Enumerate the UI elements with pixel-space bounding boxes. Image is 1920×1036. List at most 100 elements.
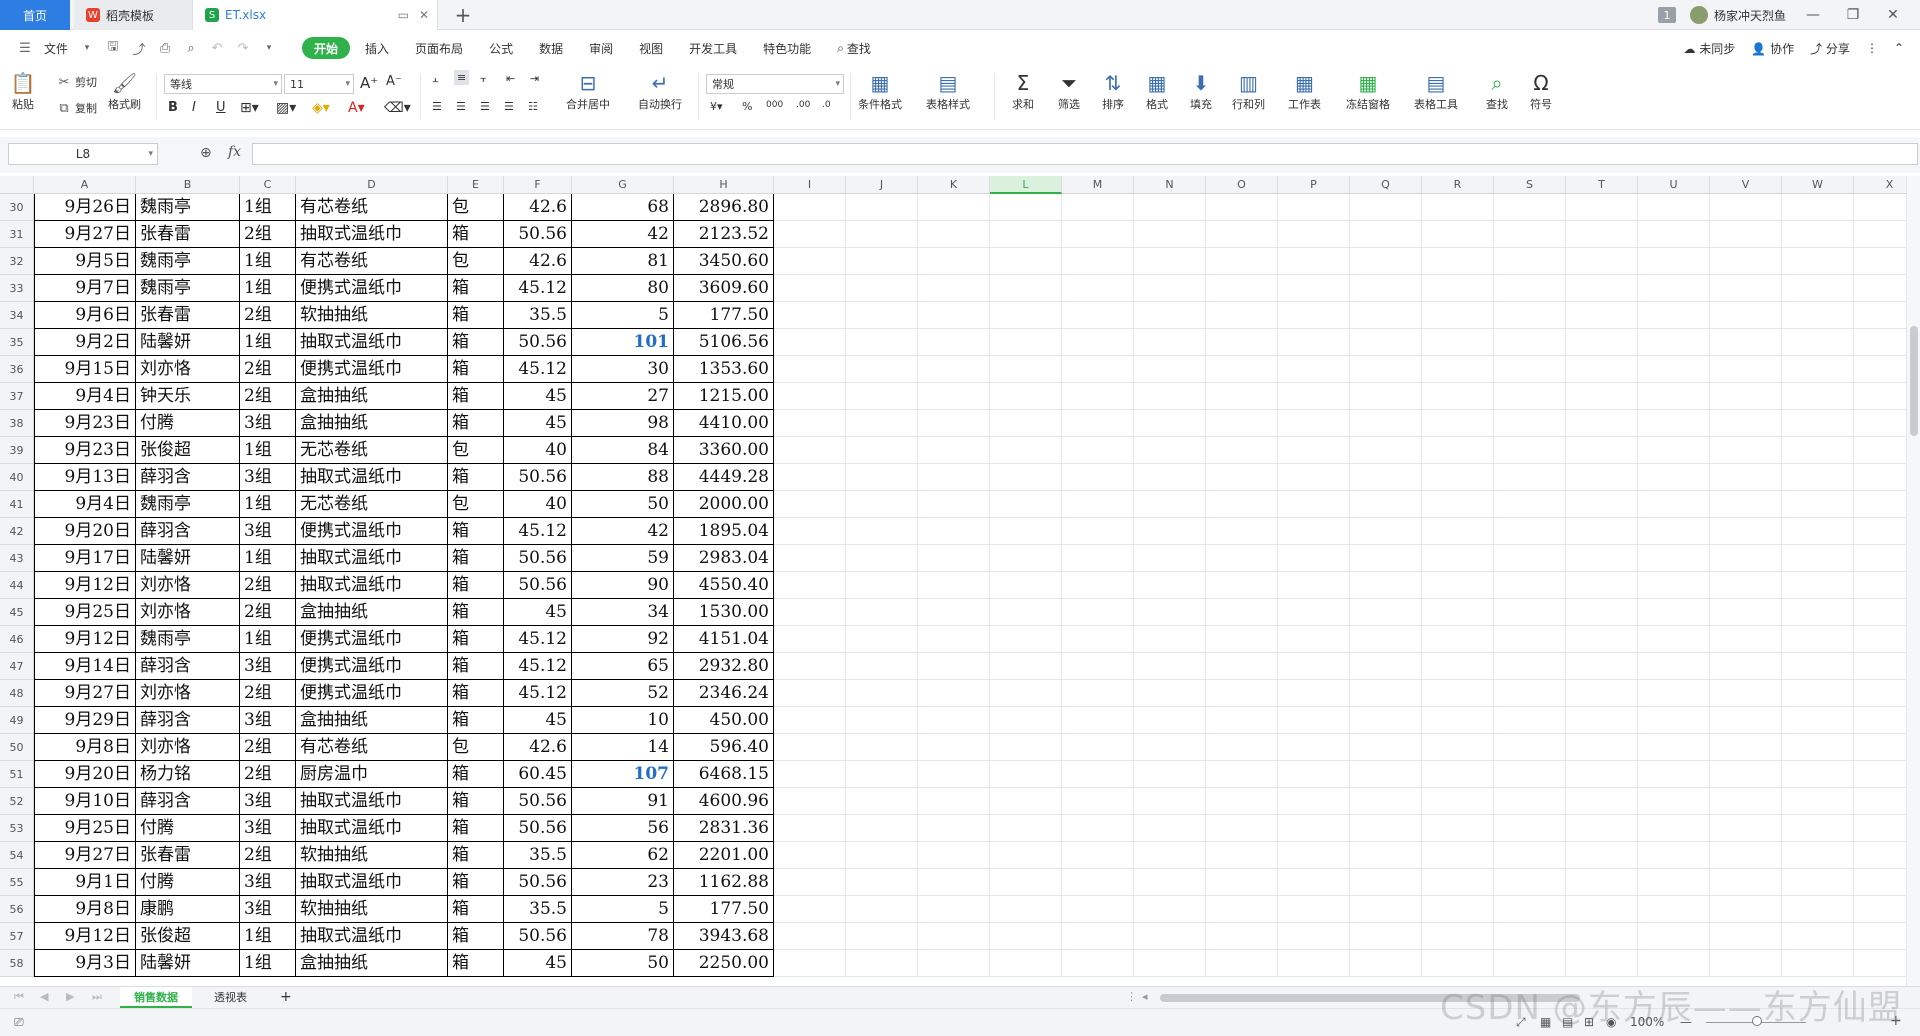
empty-cell[interactable] — [1206, 896, 1278, 923]
empty-cell[interactable] — [1566, 491, 1638, 518]
menu-tab-features[interactable]: 特色功能 — [752, 37, 822, 59]
empty-cell[interactable] — [1062, 221, 1134, 248]
empty-cell[interactable] — [1350, 356, 1422, 383]
empty-cell[interactable] — [1854, 923, 1906, 950]
cell-c-34[interactable]: 2组 — [240, 302, 296, 329]
empty-cell[interactable] — [990, 869, 1062, 896]
cell-d-51[interactable]: 厨房温巾 — [296, 761, 448, 788]
empty-cell[interactable] — [1206, 383, 1278, 410]
cell-c-33[interactable]: 1组 — [240, 275, 296, 302]
empty-cell[interactable] — [1422, 194, 1494, 221]
cell-g-30[interactable]: 68 — [572, 194, 674, 221]
empty-cell[interactable] — [1710, 572, 1782, 599]
row-header[interactable]: 40 — [0, 464, 34, 491]
empty-cell[interactable] — [1278, 302, 1350, 329]
cell-g-37[interactable]: 27 — [572, 383, 674, 410]
empty-cell[interactable] — [1422, 869, 1494, 896]
empty-cell[interactable] — [1494, 302, 1566, 329]
empty-cell[interactable] — [1278, 572, 1350, 599]
cell-d-34[interactable]: 软抽抽纸 — [296, 302, 448, 329]
empty-cell[interactable] — [1422, 518, 1494, 545]
column-header-a[interactable]: A — [34, 176, 136, 194]
empty-cell[interactable] — [1278, 626, 1350, 653]
empty-cell[interactable] — [990, 572, 1062, 599]
empty-cell[interactable] — [1134, 437, 1206, 464]
empty-cell[interactable] — [1782, 437, 1854, 464]
empty-cell[interactable] — [774, 302, 846, 329]
cell-c-49[interactable]: 3组 — [240, 707, 296, 734]
empty-cell[interactable] — [1494, 869, 1566, 896]
empty-cell[interactable] — [1206, 815, 1278, 842]
empty-cell[interactable] — [1710, 734, 1782, 761]
more-icon[interactable]: ⋮ — [1866, 41, 1878, 55]
empty-cell[interactable] — [1854, 788, 1906, 815]
table-tools-button[interactable]: ▤ 表格工具 — [1414, 70, 1458, 112]
cell-e-51[interactable]: 箱 — [448, 761, 504, 788]
empty-cell[interactable] — [1422, 842, 1494, 869]
new-tab-button[interactable]: + — [450, 0, 476, 30]
empty-cell[interactable] — [1350, 815, 1422, 842]
cell-f-53[interactable]: 50.56 — [504, 815, 572, 842]
cell-h-40[interactable]: 4449.28 — [674, 464, 774, 491]
cell-f-51[interactable]: 60.45 — [504, 761, 572, 788]
empty-cell[interactable] — [1062, 275, 1134, 302]
empty-cell[interactable] — [1638, 356, 1710, 383]
empty-cell[interactable] — [1566, 275, 1638, 302]
empty-cell[interactable] — [918, 302, 990, 329]
cell-b-38[interactable]: 付腾 — [136, 410, 240, 437]
empty-cell[interactable] — [1494, 707, 1566, 734]
align-middle-icon[interactable]: ≡ — [454, 70, 470, 85]
cell-f-39[interactable]: 40 — [504, 437, 572, 464]
empty-cell[interactable] — [846, 626, 918, 653]
empty-cell[interactable] — [1494, 680, 1566, 707]
cell-h-48[interactable]: 2346.24 — [674, 680, 774, 707]
empty-cell[interactable] — [1422, 734, 1494, 761]
cell-a-32[interactable]: 9月5日 — [34, 248, 136, 275]
cell-e-35[interactable]: 箱 — [448, 329, 504, 356]
cell-e-53[interactable]: 箱 — [448, 815, 504, 842]
cell-d-32[interactable]: 有芯卷纸 — [296, 248, 448, 275]
empty-cell[interactable] — [846, 545, 918, 572]
empty-cell[interactable] — [1350, 869, 1422, 896]
empty-cell[interactable] — [1854, 680, 1906, 707]
empty-cell[interactable] — [1782, 329, 1854, 356]
empty-cell[interactable] — [846, 464, 918, 491]
empty-cell[interactable] — [1206, 734, 1278, 761]
empty-cell[interactable] — [1350, 383, 1422, 410]
empty-cell[interactable] — [1782, 518, 1854, 545]
tab-template[interactable]: W 稻壳模板 — [74, 0, 192, 30]
empty-cell[interactable] — [774, 545, 846, 572]
empty-cell[interactable] — [1494, 842, 1566, 869]
cell-h-32[interactable]: 3450.60 — [674, 248, 774, 275]
empty-cell[interactable] — [1350, 734, 1422, 761]
empty-cell[interactable] — [774, 410, 846, 437]
empty-cell[interactable] — [1134, 734, 1206, 761]
empty-cell[interactable] — [1782, 599, 1854, 626]
cell-h-56[interactable]: 177.50 — [674, 896, 774, 923]
empty-cell[interactable] — [1638, 383, 1710, 410]
cell-b-50[interactable]: 刘亦恪 — [136, 734, 240, 761]
empty-cell[interactable] — [1062, 680, 1134, 707]
empty-cell[interactable] — [1638, 275, 1710, 302]
cell-c-30[interactable]: 1组 — [240, 194, 296, 221]
empty-cell[interactable] — [1494, 896, 1566, 923]
empty-cell[interactable] — [1710, 410, 1782, 437]
cell-d-56[interactable]: 软抽抽纸 — [296, 896, 448, 923]
empty-cell[interactable] — [1638, 518, 1710, 545]
cell-a-37[interactable]: 9月4日 — [34, 383, 136, 410]
empty-cell[interactable] — [846, 275, 918, 302]
column-header-x[interactable]: X — [1854, 176, 1906, 194]
empty-cell[interactable] — [1710, 707, 1782, 734]
empty-cell[interactable] — [1494, 626, 1566, 653]
menu-tab-formulas[interactable]: 公式 — [478, 37, 524, 59]
empty-cell[interactable] — [774, 221, 846, 248]
cell-f-42[interactable]: 45.12 — [504, 518, 572, 545]
cell-a-45[interactable]: 9月25日 — [34, 599, 136, 626]
empty-cell[interactable] — [1782, 653, 1854, 680]
cell-c-44[interactable]: 2组 — [240, 572, 296, 599]
empty-cell[interactable] — [1566, 302, 1638, 329]
empty-cell[interactable] — [1350, 302, 1422, 329]
empty-cell[interactable] — [1638, 437, 1710, 464]
empty-cell[interactable] — [1134, 329, 1206, 356]
empty-cell[interactable] — [1422, 950, 1494, 977]
